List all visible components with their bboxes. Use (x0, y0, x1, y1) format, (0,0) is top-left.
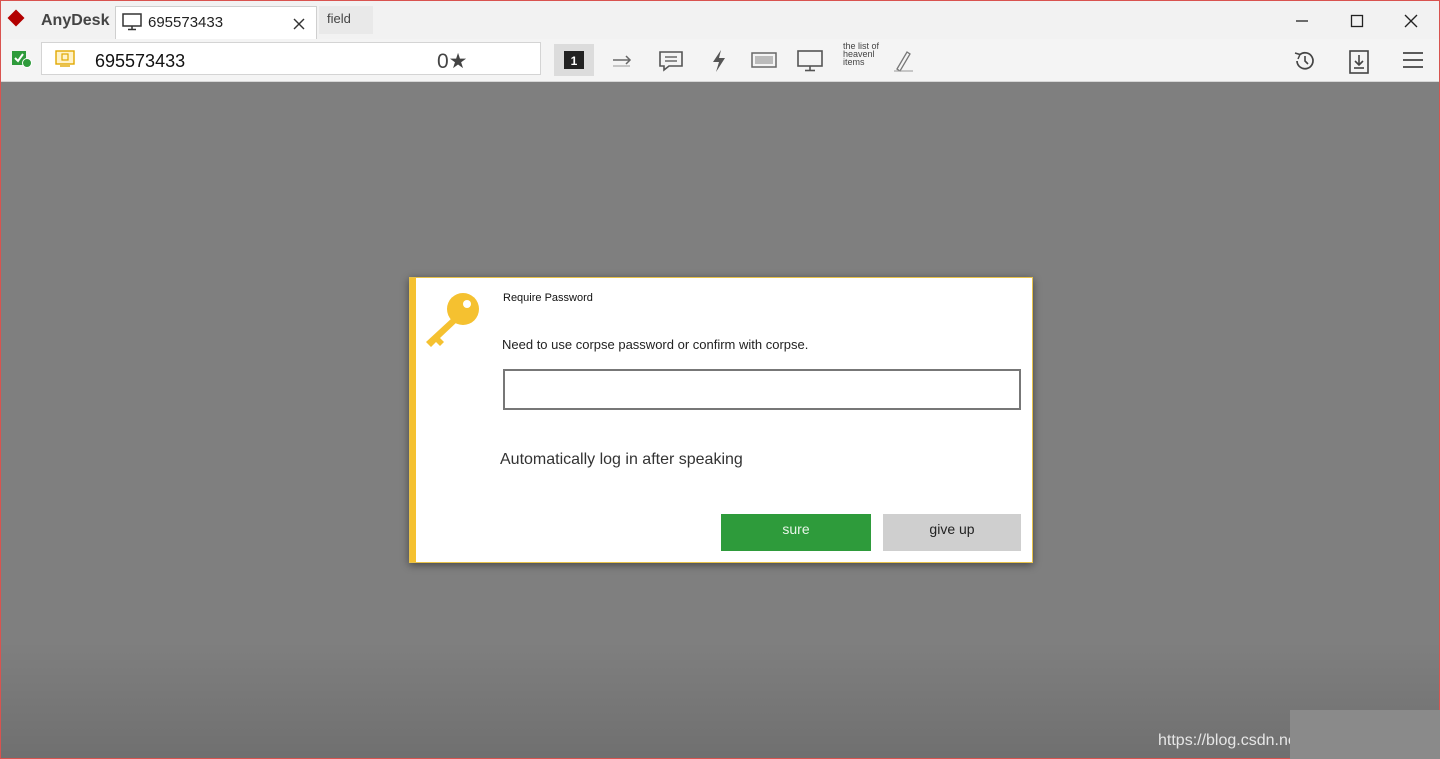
address-value: 695573433 (95, 51, 186, 71)
dialog-accent-stripe (410, 278, 416, 562)
auto-login-option[interactable]: Automatically log in after speaking (500, 451, 743, 469)
history-icon[interactable] (1285, 44, 1325, 76)
title-bar: AnyDesk 695573433 field (1, 1, 1439, 39)
keyboard-icon[interactable] (744, 44, 784, 76)
screen-select-button[interactable]: 1 (554, 44, 594, 76)
password-dialog: Require Password Need to use corpse pass… (409, 277, 1033, 563)
close-tab-icon[interactable] (292, 11, 306, 36)
menu-hamburger-icon[interactable] (1393, 44, 1433, 76)
file-transfer-download-icon[interactable] (1339, 44, 1379, 76)
sure-button[interactable]: sure (721, 514, 871, 551)
tab-session[interactable]: 695573433 (115, 6, 317, 39)
anydesk-logo-icon[interactable] (7, 9, 25, 27)
session-toolbar: 695573433 0★ 1 the list of heavenl items (1, 39, 1439, 82)
address-bar[interactable]: 695573433 0★ (41, 42, 541, 75)
maximize-button[interactable] (1337, 7, 1377, 35)
new-tab-label: field (327, 11, 351, 26)
connection-status-icon (11, 49, 33, 74)
tab-label: 695573433 (148, 14, 224, 31)
monitor-icon (122, 13, 142, 36)
watermark-text: https://blog.csdn.ne (1158, 732, 1297, 749)
dialog-message: Need to use corpse password or confirm w… (502, 337, 809, 352)
key-icon (422, 290, 484, 355)
switch-sides-icon[interactable] (602, 44, 642, 76)
new-tab-button[interactable]: field (319, 6, 373, 34)
screen-number: 1 (571, 54, 578, 68)
display-icon[interactable] (790, 44, 830, 76)
watermark-cover (1290, 710, 1440, 759)
give-up-button[interactable]: give up (883, 514, 1021, 551)
toolbar-tiny-label[interactable]: the list of heavenl items (843, 42, 887, 74)
chat-icon[interactable] (651, 44, 691, 76)
whiteboard-pen-icon[interactable] (883, 44, 923, 76)
minimize-button[interactable] (1282, 7, 1322, 35)
actions-lightning-icon[interactable] (699, 44, 739, 76)
app-name: AnyDesk (41, 12, 110, 29)
close-window-button[interactable] (1391, 7, 1431, 35)
address-rating: 0★ (437, 50, 468, 73)
password-input[interactable] (503, 369, 1021, 410)
dialog-title: Require Password (503, 292, 593, 304)
anydesk-window: AnyDesk 695573433 field 695573433 0★ 1 t… (0, 0, 1440, 759)
remote-desk-icon (54, 50, 76, 73)
